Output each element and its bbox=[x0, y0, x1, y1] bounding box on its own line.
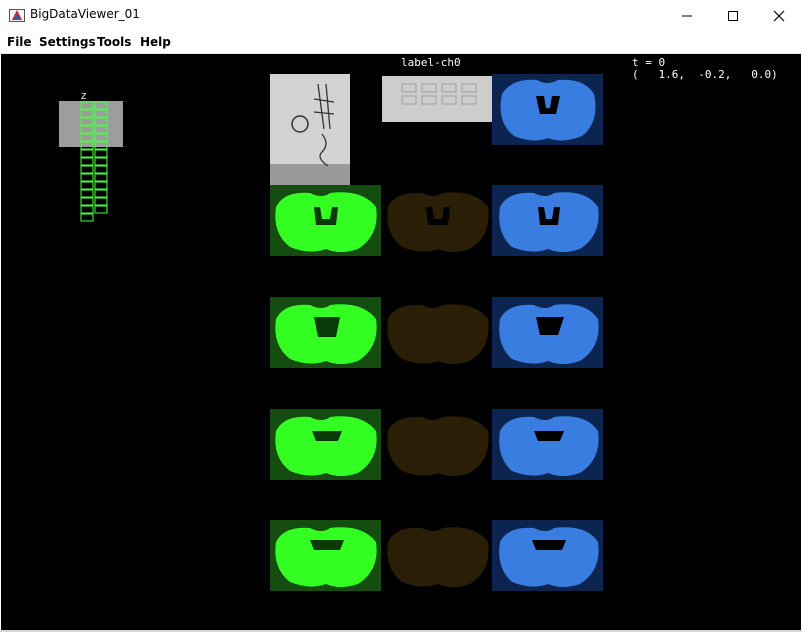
maximize-icon bbox=[728, 10, 738, 21]
slice-tile-r4-blue bbox=[492, 409, 603, 480]
photo-tile-handwritten bbox=[270, 74, 350, 186]
slice-tile-r3-green bbox=[270, 297, 381, 368]
close-icon bbox=[773, 10, 785, 21]
slice-tile-r1-blue bbox=[492, 74, 603, 145]
menu-settings[interactable]: Settings bbox=[39, 35, 96, 49]
slice-tile-r2-amber bbox=[382, 185, 493, 256]
title-bar: BigDataViewer_01 bbox=[0, 0, 802, 31]
app-icon bbox=[9, 7, 25, 23]
slice-tile-r2-green bbox=[270, 185, 381, 256]
coordinates-label: ( 1.6, -0.2, 0.0) bbox=[632, 68, 778, 81]
close-button[interactable] bbox=[756, 0, 802, 31]
slice-tile-r3-blue bbox=[492, 297, 603, 368]
minimize-icon bbox=[682, 15, 692, 16]
slice-tile-r3-amber bbox=[382, 297, 493, 368]
window-title: BigDataViewer_01 bbox=[30, 7, 140, 21]
slice-tile-r5-amber bbox=[382, 520, 493, 591]
navigator-axis-label: Z bbox=[81, 92, 87, 101]
menu-file[interactable]: File bbox=[7, 35, 32, 49]
slice-tile-r4-amber bbox=[382, 409, 493, 480]
navigator-overlay: Z bbox=[57, 92, 127, 226]
slice-tile-r5-blue bbox=[492, 520, 603, 591]
menu-tools[interactable]: Tools bbox=[97, 35, 131, 49]
slice-tile-r2-blue bbox=[492, 185, 603, 256]
viewer-canvas[interactable]: Z label-ch0 t = 0 ( 1.6, -0.2, 0.0) bbox=[1, 54, 801, 630]
maximize-button[interactable] bbox=[710, 0, 756, 31]
minimize-button[interactable] bbox=[664, 0, 710, 31]
menu-help[interactable]: Help bbox=[140, 35, 171, 49]
menu-bar: File Settings Tools Help bbox=[0, 31, 802, 54]
photo-tile-slide bbox=[382, 76, 492, 122]
slice-tile-r4-green bbox=[270, 409, 381, 480]
slice-tile-r5-green bbox=[270, 520, 381, 591]
source-name-label: label-ch0 bbox=[401, 56, 461, 69]
